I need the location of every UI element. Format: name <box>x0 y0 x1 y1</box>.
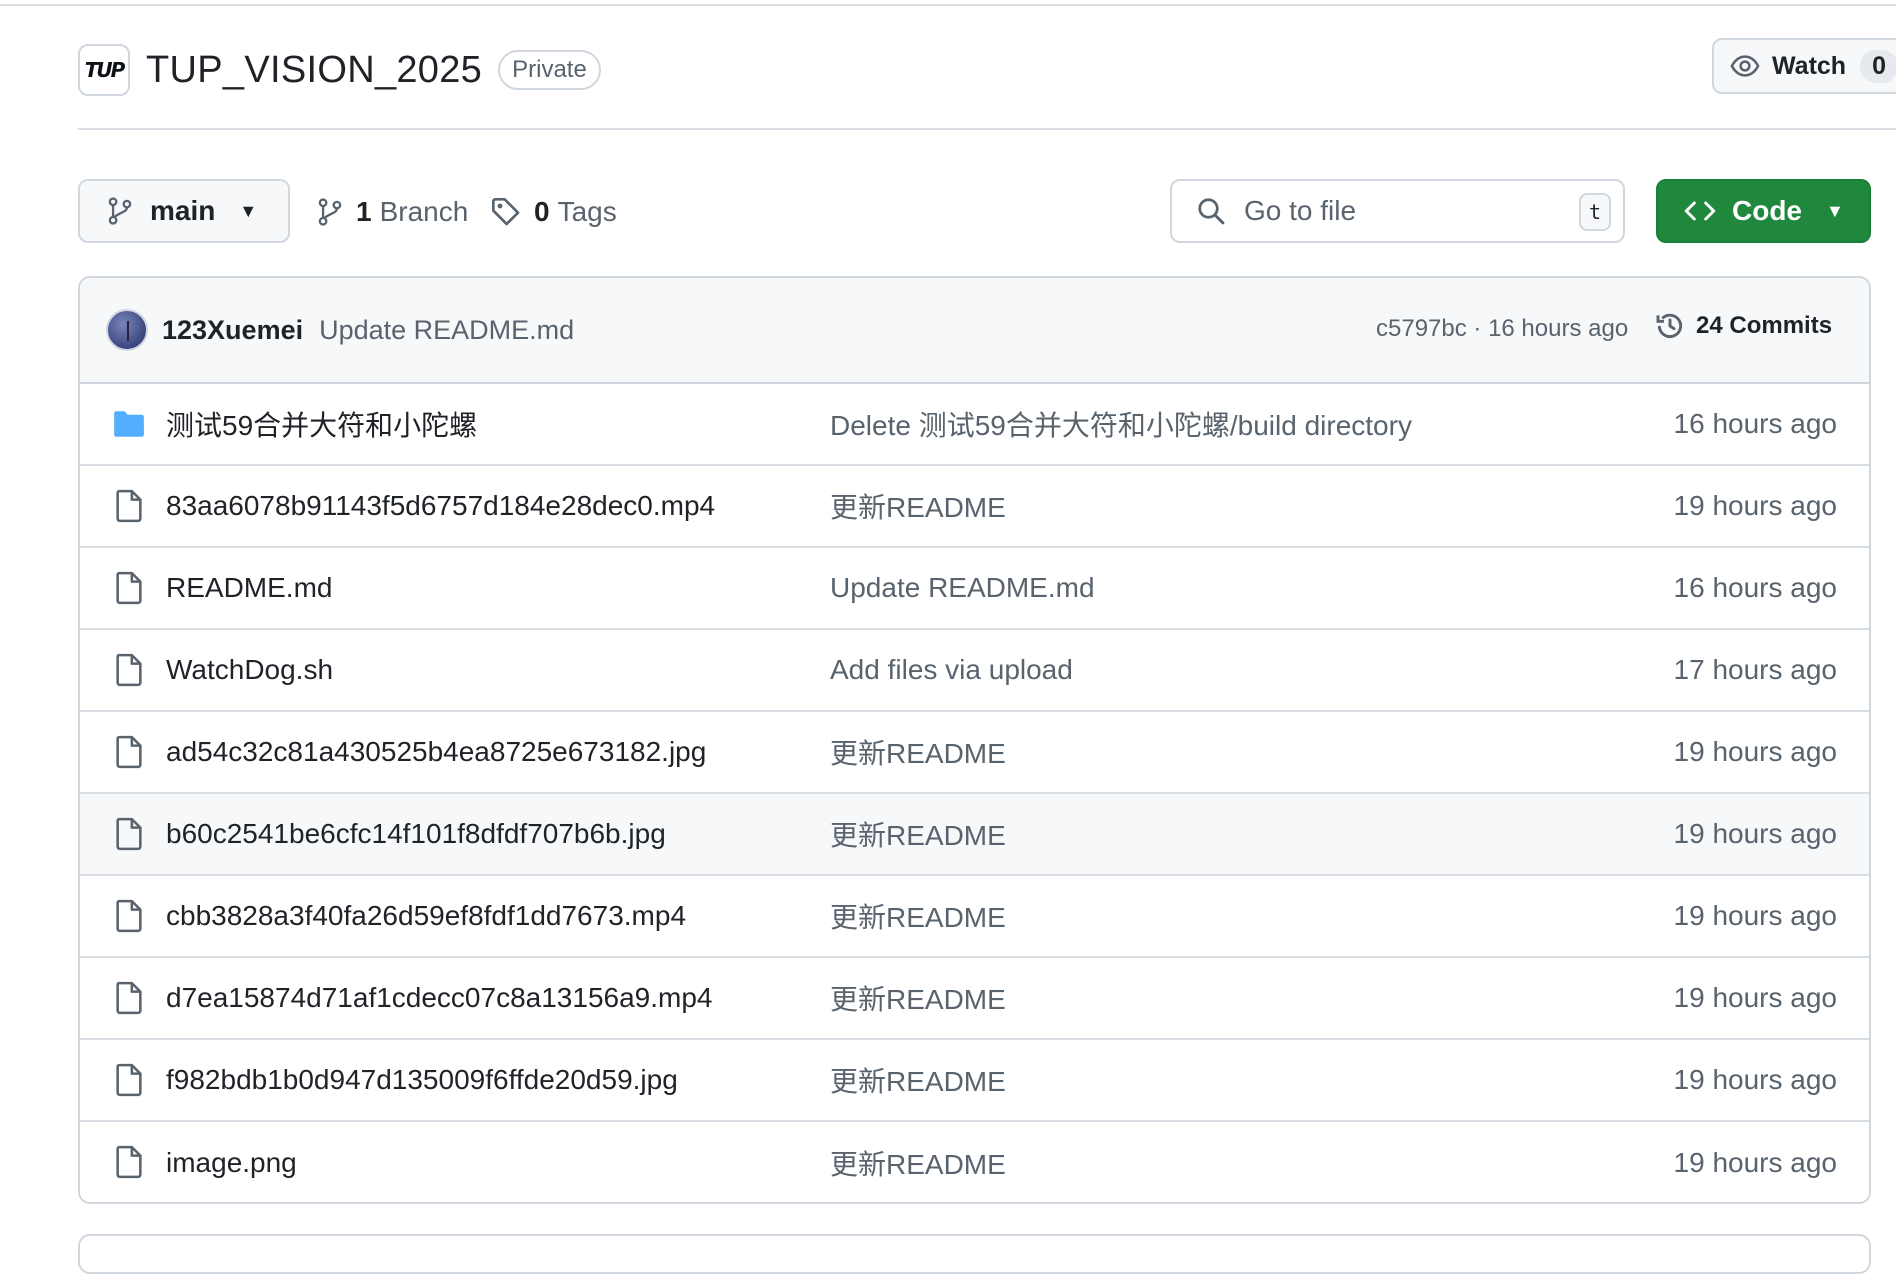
file-commit-time: 19 hours ago <box>1673 982 1837 1013</box>
commit-message[interactable]: Update README.md <box>319 315 574 346</box>
file-commit-time: 19 hours ago <box>1673 490 1837 521</box>
code-label: Code <box>1732 195 1802 226</box>
table-row[interactable]: 83aa6078b91143f5d6757d184e28dec0.mp4 更新RE… <box>80 466 1869 548</box>
watch-button[interactable]: Watch 0 <box>1712 38 1896 94</box>
top-divider <box>0 4 1896 6</box>
history-icon <box>1656 313 1683 338</box>
repo-header: TUP TUP_VISION_2025 Private <box>78 42 1896 98</box>
file-commit-message[interactable]: 更新README <box>830 486 1006 526</box>
tag-label: Tags <box>557 196 617 227</box>
eye-icon <box>1730 55 1760 77</box>
file-browser: 123Xuemei Update README.md c5797bc · 16 … <box>78 276 1871 1204</box>
file-commit-time: 16 hours ago <box>1673 408 1837 439</box>
file-name-link[interactable]: 测试59合并大符和小陀螺 <box>166 404 477 444</box>
branches-link[interactable]: 1 Branch <box>316 190 468 234</box>
code-button[interactable]: Code ▼ <box>1656 179 1871 243</box>
file-icon <box>112 899 146 933</box>
branch-count: 1 <box>356 196 372 227</box>
tags-link[interactable]: 0 Tags <box>490 190 617 234</box>
visibility-badge: Private <box>498 50 601 90</box>
table-row[interactable]: d7ea15874d71af1cdecc07c8a13156a9.mp4 更新RE… <box>80 958 1869 1040</box>
file-name-link[interactable]: d7ea15874d71af1cdecc07c8a13156a9.mp4 <box>166 982 712 1014</box>
file-name-link[interactable]: ad54c32c81a430525b4ea8725e673182.jpg <box>166 736 706 768</box>
branch-selector[interactable]: main ▼ <box>78 179 290 243</box>
branch-icon <box>318 198 342 226</box>
file-name-link[interactable]: WatchDog.sh <box>166 654 333 686</box>
file-commit-message[interactable]: Delete 测试59合并大符和小陀螺/build directory <box>830 404 1412 444</box>
file-icon <box>112 981 146 1015</box>
branch-name: main <box>150 195 216 226</box>
file-icon <box>112 571 146 605</box>
file-name-link[interactable]: image.png <box>166 1147 297 1179</box>
file-icon <box>112 735 146 769</box>
table-row[interactable]: cbb3828a3f40fa26d59ef8fdf1dd7673.mp4 更新RE… <box>80 876 1869 958</box>
table-row[interactable]: 测试59合并大符和小陀螺 Delete 测试59合并大符和小陀螺/build di… <box>80 384 1869 466</box>
avatar[interactable] <box>106 309 148 351</box>
file-icon <box>112 1063 146 1097</box>
branch-icon <box>108 197 132 225</box>
file-name-link[interactable]: README.md <box>166 572 332 604</box>
commits-link[interactable]: 24 Commits <box>1654 310 1832 342</box>
chevron-down-icon: ▼ <box>239 200 258 221</box>
file-commit-time: 19 hours ago <box>1673 900 1837 931</box>
file-icon <box>112 489 146 523</box>
file-name-link[interactable]: f982bdb1b0d947d135009f6ffde20d59.jpg <box>166 1064 678 1096</box>
watch-count: 0 <box>1860 49 1896 83</box>
file-name-link[interactable]: b60c2541be6cfc14f101f8dfdf707b6b.jpg <box>166 818 666 850</box>
tag-count: 0 <box>534 196 550 227</box>
table-row[interactable]: WatchDog.sh Add files via upload 17 hours … <box>80 630 1869 712</box>
repo-owner-avatar[interactable]: TUP <box>78 44 130 96</box>
header-divider <box>78 128 1896 130</box>
file-commit-message[interactable]: Update README.md <box>830 572 1095 604</box>
watch-label: Watch <box>1772 51 1847 80</box>
file-commit-time: 19 hours ago <box>1673 736 1837 767</box>
file-icon <box>112 1145 146 1179</box>
file-commit-time: 19 hours ago <box>1673 1147 1837 1178</box>
file-commit-message[interactable]: 更新README <box>830 896 1006 936</box>
tag-icon <box>492 198 520 226</box>
folder-icon <box>112 407 146 441</box>
file-commit-time: 17 hours ago <box>1673 654 1837 685</box>
readme-box <box>78 1234 1871 1274</box>
file-commit-message[interactable]: 更新README <box>830 732 1006 772</box>
repo-logo: TUP <box>84 58 126 82</box>
shortcut-key: t <box>1579 193 1611 231</box>
file-name-link[interactable]: 83aa6078b91143f5d6757d184e28dec0.mp4 <box>166 490 715 522</box>
file-commit-time: 16 hours ago <box>1673 572 1837 603</box>
table-row[interactable]: image.png 更新README 19 hours ago <box>80 1122 1869 1202</box>
latest-commit-bar: 123Xuemei Update README.md c5797bc · 16 … <box>80 278 1869 384</box>
repo-name[interactable]: TUP_VISION_2025 <box>146 49 482 92</box>
file-list: 测试59合并大符和小陀螺 Delete 测试59合并大符和小陀螺/build di… <box>80 384 1869 1202</box>
file-icon <box>112 653 146 687</box>
chevron-down-icon: ▼ <box>1826 200 1844 221</box>
table-row[interactable]: f982bdb1b0d947d135009f6ffde20d59.jpg 更新RE… <box>80 1040 1869 1122</box>
commits-label: Commits <box>1729 312 1833 339</box>
file-commit-message[interactable]: 更新README <box>830 814 1006 854</box>
file-icon <box>112 817 146 851</box>
file-commit-message[interactable]: 更新README <box>830 1060 1006 1100</box>
search-icon <box>1198 198 1225 225</box>
table-row[interactable]: README.md Update README.md 16 hours ago <box>80 548 1869 630</box>
file-commit-time: 19 hours ago <box>1673 818 1837 849</box>
commit-hash-time[interactable]: c5797bc · 16 hours ago <box>1376 315 1628 343</box>
table-row[interactable]: ad54c32c81a430525b4ea8725e673182.jpg 更新RE… <box>80 712 1869 794</box>
go-to-file-input[interactable]: Go to file t <box>1170 179 1625 243</box>
file-commit-message[interactable]: 更新README <box>830 978 1006 1018</box>
file-commit-message[interactable]: 更新README <box>830 1143 1006 1183</box>
file-name-link[interactable]: cbb3828a3f40fa26d59ef8fdf1dd7673.mp4 <box>166 900 686 932</box>
file-commit-message[interactable]: Add files via upload <box>830 654 1073 686</box>
file-commit-time: 19 hours ago <box>1673 1064 1837 1095</box>
branch-label: Branch <box>379 196 469 227</box>
commit-author[interactable]: 123Xuemei <box>162 315 303 346</box>
code-icon <box>1684 201 1716 221</box>
table-row[interactable]: b60c2541be6cfc14f101f8dfdf707b6b.jpg 更新RE… <box>80 794 1869 876</box>
commits-count: 24 <box>1696 312 1723 339</box>
go-to-file-placeholder: Go to file <box>1244 195 1357 226</box>
